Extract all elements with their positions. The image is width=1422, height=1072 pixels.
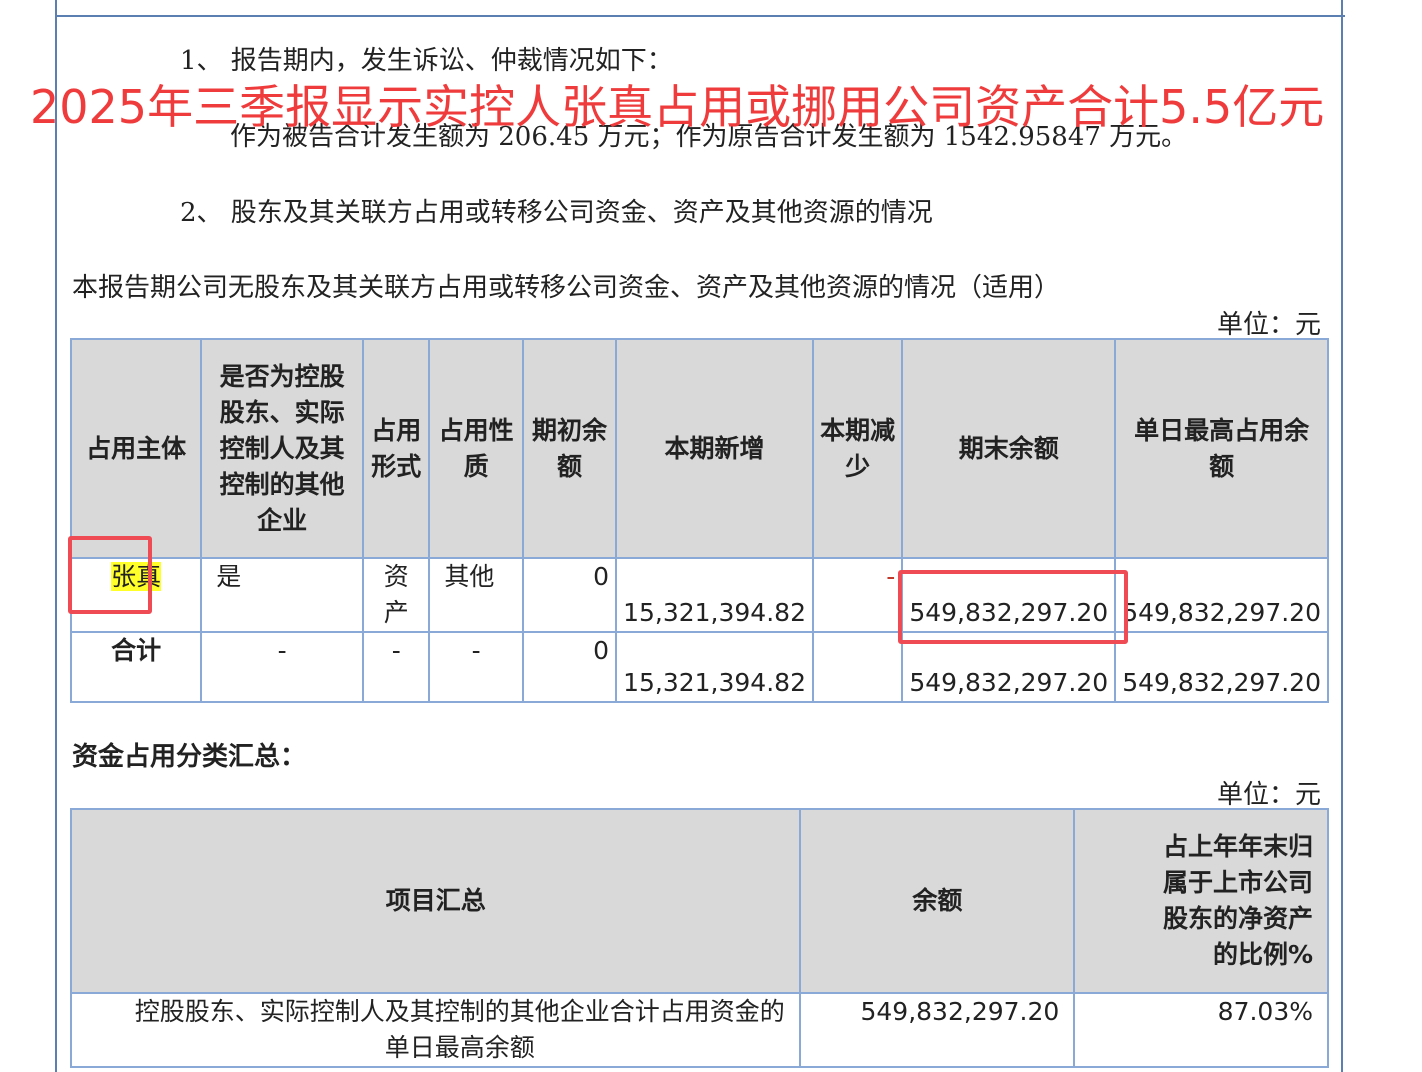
cell-balance: 549,832,297.20 xyxy=(799,992,1076,1068)
cell-subject: 合计 xyxy=(69,631,203,703)
header-max-daily: 单日最高占用余额 xyxy=(1114,338,1329,559)
cell-nature: - xyxy=(428,631,524,703)
header-reduced: 本期减少 xyxy=(811,338,904,559)
cell-max-daily: 549,832,297.20 xyxy=(1114,631,1329,703)
cell-max-daily: 549,832,297.20 xyxy=(1114,557,1329,633)
paragraph-occupation-statement: 本报告期公司无股东及其关联方占用或转移公司资金、资产及其他资源的情况（适用） xyxy=(72,273,1061,303)
highlight-box-name xyxy=(68,536,152,614)
cell-opening: 0 xyxy=(521,557,618,633)
header-added: 本期新增 xyxy=(615,338,814,559)
cell-reduced xyxy=(811,631,904,703)
cell-added: 15,321,394.82 xyxy=(615,631,814,703)
unit-label: 单位：元 xyxy=(1217,310,1322,340)
header-opening: 期初余额 xyxy=(521,338,618,559)
header-ratio: 占上年年末归属于上市公司股东的净资产的比例% xyxy=(1073,808,1329,994)
table-row: 控股股东、实际控制人及其控制的其他企业合计占用资金的单日最高余额 549,832… xyxy=(69,992,1329,1068)
page-border-right xyxy=(1341,0,1343,1072)
cell-reduced: - xyxy=(811,557,904,633)
header-balance: 余额 xyxy=(799,808,1076,994)
header-subject: 占用主体 xyxy=(69,338,203,559)
summary-table: 项目汇总 余额 占上年年末归属于上市公司股东的净资产的比例% 控股股东、实际控制… xyxy=(69,808,1329,1068)
header-closing: 期末余额 xyxy=(901,338,1117,559)
cell-form: 资产 xyxy=(362,557,431,633)
cell-is-controller: - xyxy=(200,631,365,703)
table-row: 张真 是 资产 其他 0 15,321,394.82 - 549,832,297… xyxy=(69,557,1329,633)
section-title: 资金占用分类汇总： xyxy=(72,742,307,772)
cell-opening: 0 xyxy=(521,631,618,703)
cell-added: 15,321,394.82 xyxy=(615,557,814,633)
cell-ratio: 87.03% xyxy=(1073,992,1329,1068)
header-form: 占用形式 xyxy=(362,338,431,559)
table-row: 合计 - - - 0 15,321,394.82 549,832,297.20 … xyxy=(69,631,1329,703)
page-border-left xyxy=(55,0,57,1072)
cell-form: - xyxy=(362,631,431,703)
paragraph-litigation: 1、 报告期内，发生诉讼、仲裁情况如下： xyxy=(180,46,673,76)
cell-is-controller: 是 xyxy=(200,557,365,633)
paragraph-section-2: 2、 股东及其关联方占用或转移公司资金、资产及其他资源的情况 xyxy=(180,198,933,228)
cell-item: 控股股东、实际控制人及其控制的其他企业合计占用资金的单日最高余额 xyxy=(69,992,802,1068)
overlay-headline: 2025年三季报显示实控人张真占用或挪用公司资产合计5.5亿元 xyxy=(30,80,1325,134)
header-nature: 占用性质 xyxy=(428,338,524,559)
page-border-top xyxy=(55,15,1345,17)
cell-nature: 其他 xyxy=(428,557,524,633)
highlight-box-closing xyxy=(898,570,1128,644)
header-is-controller: 是否为控股股东、实际控制人及其控制的其他企业 xyxy=(200,338,365,559)
table-header-row: 项目汇总 余额 占上年年末归属于上市公司股东的净资产的比例% xyxy=(69,808,1329,994)
occupation-table: 占用主体 是否为控股股东、实际控制人及其控制的其他企业 占用形式 占用性质 期初… xyxy=(69,338,1329,703)
header-item: 项目汇总 xyxy=(69,808,802,994)
table-header-row: 占用主体 是否为控股股东、实际控制人及其控制的其他企业 占用形式 占用性质 期初… xyxy=(69,338,1329,559)
unit-label-2: 单位：元 xyxy=(1217,780,1322,810)
